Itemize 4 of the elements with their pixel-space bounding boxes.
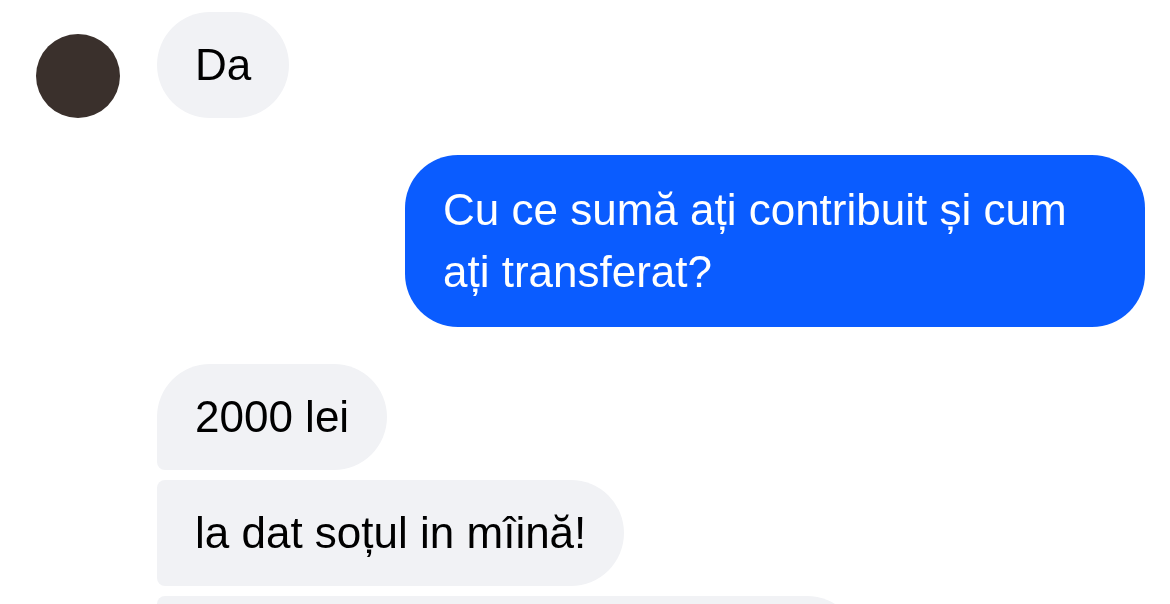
message-bubble: Da (157, 12, 290, 118)
message-bubble: 2000 lei (157, 364, 388, 470)
message-bubble: Cu ce sumă ați contribuit și cum ați transferat? (405, 155, 1145, 327)
message-bubble: la dat soțul in mîină! (157, 480, 625, 586)
